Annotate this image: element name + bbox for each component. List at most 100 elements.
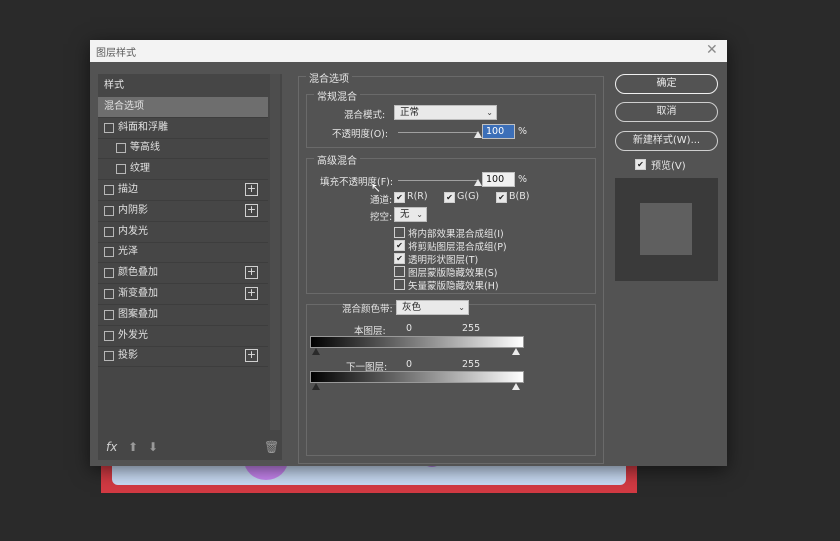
style-item[interactable]: 混合选项 bbox=[98, 96, 268, 118]
section-title: 混合选项 bbox=[306, 70, 352, 85]
underlying-layer-white-slider[interactable] bbox=[512, 383, 520, 390]
add-effect-icon[interactable]: + bbox=[245, 203, 258, 217]
knockout-value: 无 bbox=[400, 209, 410, 220]
style-item[interactable]: 样式 bbox=[98, 76, 268, 96]
move-up-icon[interactable]: ⬆ bbox=[128, 440, 138, 454]
underlying-layer-gradient bbox=[310, 371, 524, 383]
ok-button[interactable]: 确定 bbox=[615, 74, 718, 94]
new-style-button[interactable]: 新建样式(W)... bbox=[615, 131, 718, 151]
advanced-option-checkbox[interactable] bbox=[394, 227, 405, 238]
advanced-blending-title: 高级混合 bbox=[314, 152, 360, 167]
style-item-label: 渐变叠加 bbox=[118, 288, 158, 299]
trash-icon[interactable]: 🗑 bbox=[264, 440, 279, 454]
advanced-option-label: 将剪贴图层混合成组(P) bbox=[408, 242, 507, 253]
opacity-label: 不透明度(O): bbox=[332, 129, 389, 140]
advanced-option-checkbox[interactable] bbox=[394, 266, 405, 277]
style-item[interactable]: 投影 + bbox=[98, 346, 268, 368]
this-layer-label: 本图层: bbox=[354, 326, 386, 337]
style-item-checkbox[interactable] bbox=[104, 185, 114, 195]
style-item-label: 样式 bbox=[104, 80, 124, 91]
preview-label: 预览(V) bbox=[651, 161, 686, 172]
chevron-down-icon: ⌄ bbox=[458, 303, 465, 312]
mouse-cursor-icon: ↖ bbox=[371, 181, 382, 195]
opacity-slider-thumb[interactable] bbox=[474, 131, 482, 138]
channel-checkbox[interactable]: ✔ bbox=[394, 192, 405, 203]
style-item[interactable]: 颜色叠加 + bbox=[98, 263, 268, 285]
fx-icon[interactable]: fx bbox=[106, 440, 117, 454]
add-effect-icon[interactable]: + bbox=[245, 349, 258, 363]
style-item-label: 等高线 bbox=[130, 142, 160, 154]
dialog-titlebar: 图层样式 ✕ bbox=[90, 40, 727, 62]
style-item-checkbox[interactable] bbox=[116, 143, 126, 154]
style-item[interactable]: 内发光 bbox=[98, 222, 268, 243]
style-item[interactable]: 内阴影 + bbox=[98, 201, 268, 222]
advanced-option-label: 矢量蒙版隐藏效果(H) bbox=[408, 281, 499, 292]
style-item-checkbox[interactable] bbox=[104, 289, 114, 299]
blend-if-select[interactable]: 灰色 ⌄ bbox=[396, 300, 469, 315]
fill-opacity-slider-thumb[interactable] bbox=[474, 179, 482, 186]
advanced-option-label: 图层蒙版隐藏效果(S) bbox=[408, 268, 498, 279]
fill-opacity-slider[interactable] bbox=[398, 180, 478, 181]
chevron-down-icon: ⌄ bbox=[416, 210, 423, 219]
style-item-checkbox[interactable] bbox=[104, 226, 114, 237]
blending-options-panel: 混合选项 常规混合 混合模式: 正常 ⌄ 不透明度(O): 100 % 高级混合… bbox=[298, 70, 604, 464]
underlying-layer-black-slider[interactable] bbox=[312, 383, 320, 390]
style-item-label: 内发光 bbox=[118, 225, 148, 237]
add-effect-icon[interactable]: + bbox=[245, 287, 258, 300]
advanced-option-checkbox[interactable] bbox=[394, 279, 405, 290]
blend-mode-label: 混合模式: bbox=[344, 110, 386, 121]
style-item-label: 投影 bbox=[118, 350, 138, 362]
blend-if-value: 灰色 bbox=[402, 302, 422, 313]
add-effect-icon[interactable]: + bbox=[245, 266, 258, 280]
channel-checkbox[interactable]: ✔ bbox=[444, 192, 455, 203]
style-item-checkbox[interactable] bbox=[104, 205, 114, 216]
style-item-checkbox[interactable] bbox=[104, 122, 114, 133]
fill-opacity-unit: % bbox=[518, 174, 528, 185]
style-item[interactable]: 渐变叠加 + bbox=[98, 284, 268, 305]
styles-list: 样式 混合选项 斜面和浮雕 等高线 纹理 描边 + 内阴影 + 内发光 光泽 颜色叠加 + 渐变叠加 + 图案… bbox=[98, 74, 282, 460]
style-item-checkbox[interactable] bbox=[104, 330, 114, 341]
style-item[interactable]: 光泽 bbox=[98, 242, 268, 264]
channel-label: B(B) bbox=[509, 191, 530, 202]
channel-checkbox[interactable]: ✔ bbox=[496, 192, 507, 203]
opacity-unit: % bbox=[518, 126, 528, 137]
advanced-option-checkbox[interactable]: ✔ bbox=[394, 240, 405, 251]
opacity-slider[interactable] bbox=[398, 132, 478, 133]
add-effect-icon[interactable]: + bbox=[245, 183, 258, 196]
cancel-button[interactable]: 取消 bbox=[615, 102, 718, 122]
style-item[interactable]: 外发光 bbox=[98, 326, 268, 347]
preview-checkbox[interactable]: ✔ bbox=[635, 159, 646, 170]
style-item[interactable]: 斜面和浮雕 bbox=[98, 118, 268, 139]
opacity-input[interactable]: 100 bbox=[482, 124, 515, 139]
style-item-checkbox[interactable] bbox=[116, 164, 126, 175]
style-item-label: 外发光 bbox=[118, 329, 148, 341]
style-item-label: 光泽 bbox=[118, 246, 138, 258]
this-layer-black-slider[interactable] bbox=[312, 348, 320, 355]
style-item[interactable]: 描边 + bbox=[98, 180, 268, 201]
channel-label: G(G) bbox=[457, 191, 480, 202]
underlying-layer-min: 0 bbox=[406, 359, 413, 370]
move-down-icon[interactable]: ⬇ bbox=[148, 440, 158, 454]
close-icon[interactable]: ✕ bbox=[706, 42, 718, 58]
style-item-checkbox[interactable] bbox=[104, 309, 114, 320]
style-item-checkbox[interactable] bbox=[104, 268, 114, 279]
style-item[interactable]: 图案叠加 bbox=[98, 305, 268, 326]
dialog-title: 图层样式 bbox=[96, 48, 136, 59]
this-layer-min: 0 bbox=[406, 323, 413, 334]
this-layer-white-slider[interactable] bbox=[512, 348, 520, 355]
knockout-select[interactable]: 无 ⌄ bbox=[394, 207, 427, 222]
style-item[interactable]: 等高线 bbox=[98, 138, 268, 160]
advanced-option-checkbox[interactable]: ✔ bbox=[394, 253, 405, 264]
style-item-checkbox[interactable] bbox=[104, 351, 114, 362]
style-item-checkbox[interactable] bbox=[104, 247, 114, 258]
this-layer-max: 255 bbox=[462, 323, 481, 334]
style-item[interactable]: 纹理 bbox=[98, 159, 268, 181]
style-item-label: 斜面和浮雕 bbox=[118, 121, 168, 133]
fill-opacity-input[interactable]: 100 bbox=[482, 172, 515, 187]
style-item-label: 描边 bbox=[118, 184, 138, 195]
blend-mode-select[interactable]: 正常 ⌄ bbox=[394, 105, 497, 120]
fill-opacity-label: 填充不透明度(F): bbox=[320, 177, 394, 188]
this-layer-gradient bbox=[310, 336, 524, 348]
styles-list-scrollbar[interactable] bbox=[270, 74, 280, 430]
blend-if-label: 混合颜色带: bbox=[342, 304, 393, 315]
